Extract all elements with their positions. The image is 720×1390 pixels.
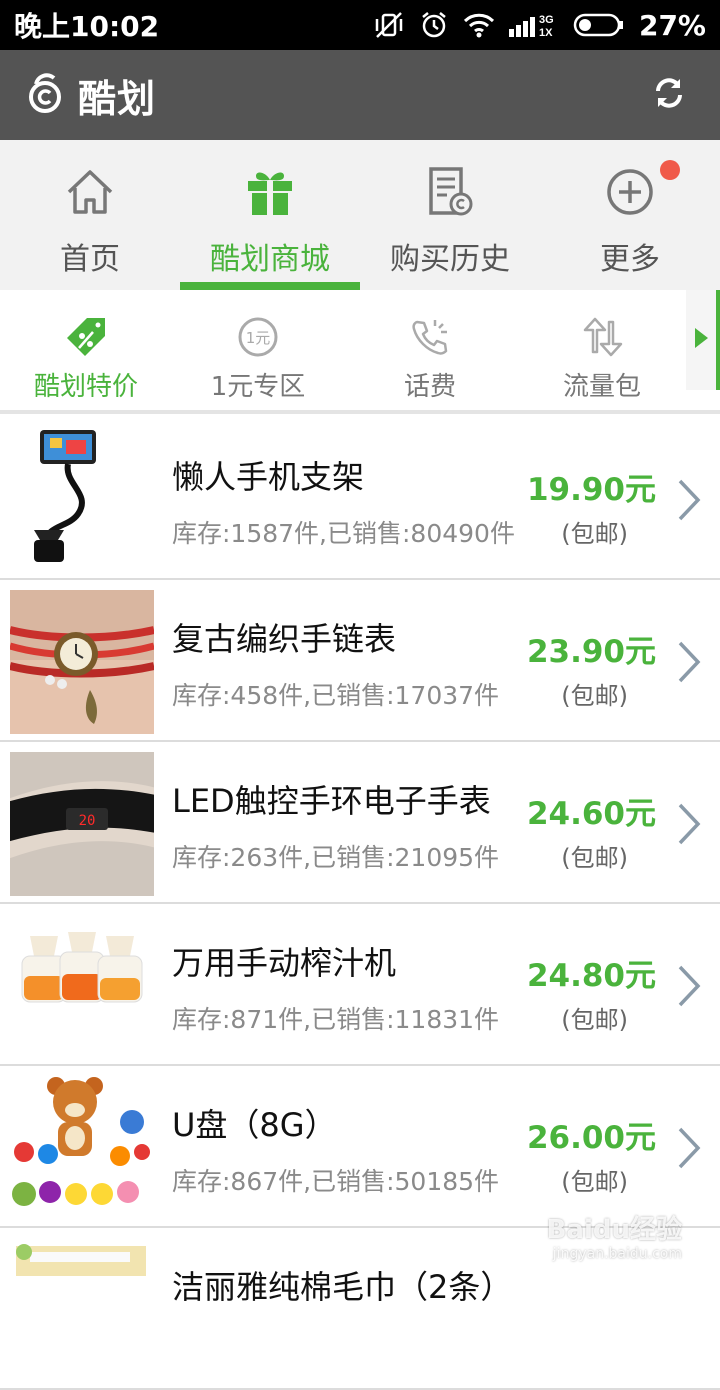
product-row[interactable]: 复古编织手链表 库存:458件,已销售:17037件 23.90元 (包邮) [0,580,720,742]
category-special-offer-label: 酷划特价 [34,366,138,403]
product-row[interactable]: 懒人手机支架 库存:1587件,已销售:80490件 19.90元 (包邮) [0,418,720,580]
product-name: 洁丽雅纯棉毛巾（2条） [172,1262,512,1308]
product-image-towel [10,1238,154,1382]
product-image-phone-holder [10,428,154,572]
chevron-right-icon [676,478,702,526]
gift-icon [244,164,296,220]
watermark-brand: Baidu经验 [547,1209,682,1246]
product-name: U盘（8G） [172,1100,337,1146]
tab-home[interactable]: 首页 [0,140,180,290]
category-bar: 酷划特价 1元 1元专区 话费 流量包 [0,290,720,414]
status-icons: 3G1X 27% [373,9,706,42]
app-title: 酷划 [78,68,156,123]
category-one-yuan[interactable]: 1元 1元专区 [172,290,344,410]
battery-percent: 27% [639,9,706,42]
product-price: 26.00元 [527,1112,656,1157]
product-shipping: (包邮) [561,838,628,873]
tab-purchase-history-label: 购买历史 [390,234,510,278]
product-price: 23.90元 [527,626,656,671]
chevron-right-icon [676,1126,702,1174]
status-bar: 晚上10:02 3G1X 27% [0,0,720,50]
chevron-right-icon [676,964,702,1012]
watermark-url: jingyan.baidu.com [547,1246,682,1262]
product-name: LED触控手环电子手表 [172,776,491,822]
product-stock: 库存:871件,已销售:11831件 [172,1000,499,1036]
product-name: 复古编织手链表 [172,614,396,660]
tab-mall-label: 酷划商城 [210,234,330,278]
product-price: 19.90元 [527,464,656,509]
app-logo-icon[interactable] [26,72,64,118]
signal-icon: 3G1X [509,11,559,39]
one-yuan-icon: 1元 [237,314,279,360]
product-shipping: (包邮) [561,1000,628,1035]
status-time: 晚上10:02 [14,5,159,45]
home-icon [65,164,115,220]
product-image-bracelet-watch [10,590,154,734]
app-bar: 酷划 [0,50,720,140]
product-image-usb-drive [10,1076,154,1220]
category-scroll-arrow[interactable] [686,290,720,390]
watermark: Baidu经验 jingyan.baidu.com [547,1209,682,1262]
product-stock: 库存:867件,已销售:50185件 [172,1162,499,1198]
svg-text:20: 20 [79,813,96,829]
triangle-right-icon [693,326,709,354]
product-shipping: (包邮) [561,1162,628,1197]
data-arrows-icon [579,314,625,360]
wifi-icon [463,12,495,38]
phone-icon [409,314,451,360]
vibrate-off-icon [373,10,405,40]
notification-badge [660,160,680,180]
category-data-package[interactable]: 流量包 [516,290,688,410]
product-name: 懒人手机支架 [172,452,364,498]
product-image-juicer [10,914,154,1058]
product-price: 24.60元 [527,788,656,833]
tab-home-label: 首页 [60,234,120,278]
category-one-yuan-label: 1元专区 [211,366,306,403]
product-stock: 库存:1587件,已销售:80490件 [172,514,515,550]
product-stock: 库存:263件,已销售:21095件 [172,838,499,874]
main-tab-bar: 首页 酷划商城 购买历史 更多 [0,140,720,290]
product-stock: 库存:458件,已销售:17037件 [172,676,499,712]
svg-text:3G: 3G [539,14,554,26]
category-special-offer[interactable]: 酷划特价 [0,290,172,410]
product-image-led-watch: 20 [10,752,154,896]
tab-mall[interactable]: 酷划商城 [180,140,360,290]
tab-more[interactable]: 更多 [540,140,720,290]
svg-text:1X: 1X [539,27,553,39]
product-row[interactable]: 20 LED触控手环电子手表 库存:263件,已销售:21095件 24.60元… [0,742,720,904]
product-shipping: (包邮) [561,676,628,711]
discount-tag-icon [65,314,107,360]
receipt-icon [425,164,475,220]
category-data-package-label: 流量包 [563,366,641,403]
refresh-icon[interactable] [652,75,686,115]
product-price: 24.80元 [527,950,656,995]
product-row[interactable]: 万用手动榨汁机 库存:871件,已销售:11831件 24.80元 (包邮) [0,904,720,1066]
product-name: 万用手动榨汁机 [172,938,396,984]
chevron-right-icon [676,640,702,688]
plus-circle-icon [605,164,655,220]
category-phone-credit[interactable]: 话费 [344,290,516,410]
alarm-icon [419,10,449,40]
category-phone-credit-label: 话费 [404,366,456,403]
battery-icon [573,12,625,38]
chevron-right-icon [676,802,702,850]
product-row[interactable]: U盘（8G） 库存:867件,已销售:50185件 26.00元 (包邮) [0,1066,720,1228]
svg-text:1元: 1元 [246,329,271,347]
tab-more-label: 更多 [600,234,660,278]
tab-purchase-history[interactable]: 购买历史 [360,140,540,290]
product-shipping: (包邮) [561,514,628,549]
